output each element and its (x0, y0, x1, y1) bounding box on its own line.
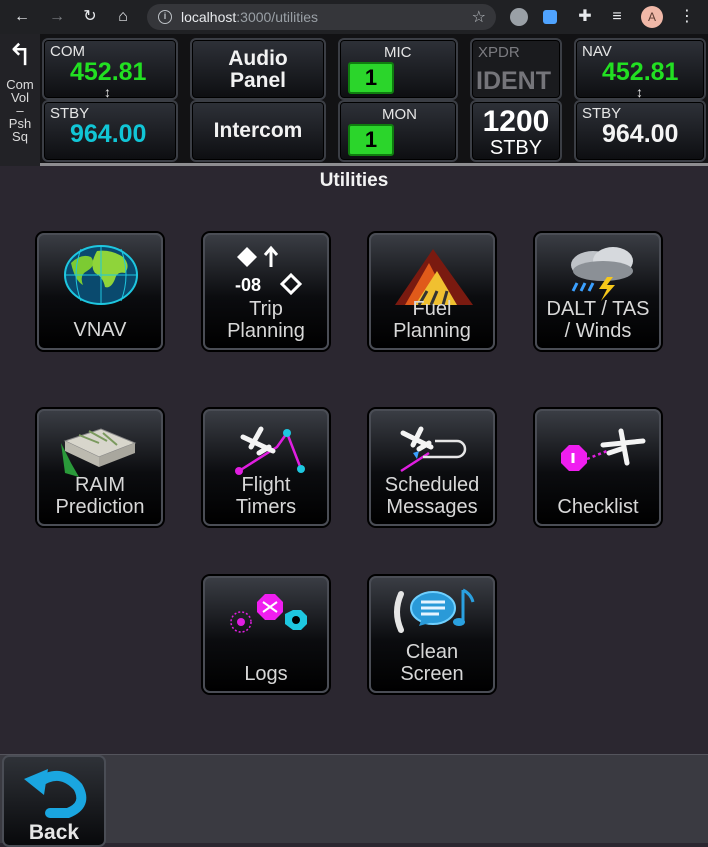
audio-panel-label-1: Audio (228, 47, 288, 70)
tile-dalt-tas-winds[interactable]: DALT / TAS / Winds (535, 233, 661, 350)
comvol-line5: Sq (12, 129, 28, 144)
tile-scheduled-messages[interactable]: Scheduled Messages (369, 409, 495, 526)
back-arrow-icon[interactable]: ← (12, 7, 32, 27)
globe-icon (64, 245, 138, 305)
browser-toolbar: ← → ↻ ⌂ i localhost:3000/utilities ☆ ✚ ≡… (0, 0, 708, 34)
tile-flight-timers[interactable]: Flight Timers (203, 409, 329, 526)
storm-cloud-icon (571, 247, 633, 301)
com-volume-knob-label[interactable]: ↰ Com Vol – Psh Sq (0, 34, 40, 166)
tile-messages-label-1: Scheduled (384, 474, 480, 496)
home-icon[interactable]: ⌂ (113, 7, 133, 27)
tile-fuel-label-2: Planning (393, 320, 471, 342)
nav-standby-frequency: 964.00 (602, 120, 679, 148)
audio-panel-button[interactable]: Audio Panel (190, 38, 326, 100)
tile-vnav-label: VNAV (73, 319, 127, 341)
mon-label: MON (382, 106, 417, 123)
mic-label: MIC (384, 44, 412, 61)
tile-trip-label-2: Planning (227, 320, 305, 342)
xpdr-code-button[interactable]: 1200 STBY (470, 100, 562, 162)
flight-timers-icon (235, 426, 305, 475)
intercom-label: Intercom (213, 119, 303, 142)
tile-timers-label-2: Timers (235, 496, 297, 518)
nav-active-frequency: 452.81 (602, 58, 679, 86)
scheduled-messages-icon (400, 426, 467, 473)
page-title: Utilities (319, 170, 389, 191)
audio-panel-label-2: Panel (229, 69, 287, 92)
tile-raim-label-1: RAIM (75, 474, 125, 496)
tile-logs[interactable]: Logs (203, 576, 329, 693)
nav-active-button[interactable]: NAV 452.81 ↕ (574, 38, 706, 100)
tile-fuel-planning[interactable]: Fuel Planning (369, 233, 495, 350)
tile-clean-label-2: Screen (400, 663, 464, 685)
xpdr-label: XPDR (478, 44, 520, 61)
com-active-frequency: 452.81 (70, 58, 147, 86)
tile-vnav[interactable]: VNAV (37, 233, 163, 350)
trip-planning-icon: -08 (235, 245, 303, 296)
profile-avatar[interactable]: A (641, 6, 663, 28)
xpdr-ident-label: IDENT (476, 67, 551, 95)
tile-checklist-label: Checklist (557, 496, 639, 518)
tile-trip-planning[interactable]: -08 Trip Planning (203, 233, 329, 350)
site-info-icon[interactable]: i (158, 10, 172, 24)
swap-arrows-icon: ↕ (636, 84, 643, 100)
bottom-bar (0, 754, 708, 843)
mic-value: 1 (348, 62, 394, 94)
gem-extension-icon[interactable] (543, 10, 557, 24)
tile-timers-label-1: Flight (241, 474, 291, 496)
checklist-icon (561, 428, 646, 471)
tile-dalt-label-2: / Winds (564, 320, 632, 342)
bookmark-star-icon[interactable]: ☆ (472, 7, 486, 27)
tile-raim-prediction[interactable]: RAIM Prediction (37, 409, 163, 526)
address-bar[interactable]: i localhost:3000/utilities ☆ (147, 4, 496, 30)
menu-kebab-icon[interactable]: ⋮ (679, 6, 695, 28)
forward-arrow-icon[interactable]: → (47, 7, 67, 27)
xpdr-mode: STBY (489, 137, 543, 159)
com-active-button[interactable]: COM 452.81 ↕ (42, 38, 178, 100)
back-label: Back (28, 821, 80, 844)
swap-arrows-icon: ↕ (104, 84, 111, 100)
mic-button[interactable]: MIC 1 (338, 38, 458, 100)
tile-checklist[interactable]: Checklist (535, 409, 661, 526)
clean-screen-icon (394, 588, 475, 633)
extension-icon[interactable] (510, 8, 528, 26)
intercom-button[interactable]: Intercom (190, 100, 326, 162)
nav-standby-button[interactable]: STBY 964.00 (574, 100, 706, 162)
back-arrow-icon (24, 769, 87, 818)
logs-icon (230, 594, 307, 633)
com-standby-frequency: 964.00 (70, 120, 147, 148)
tile-messages-label-2: Messages (386, 496, 478, 518)
mon-value: 1 (348, 124, 394, 156)
tile-dalt-label-1: DALT / TAS (546, 298, 650, 320)
tile-clean-label-1: Clean (405, 641, 459, 663)
xpdr-ident-button[interactable]: XPDR IDENT (470, 38, 562, 100)
map-icon (61, 428, 137, 477)
gtc-top-bar: ↰ Com Vol – Psh Sq COM 452.81 ↕ STBY 964… (0, 34, 708, 166)
puzzle-icon[interactable]: ✚ (575, 7, 595, 27)
svg-text:-08: -08 (235, 275, 261, 295)
url-text: localhost:3000/utilities (181, 9, 318, 25)
mon-button[interactable]: MON 1 (338, 100, 458, 162)
tile-fuel-label-1: Fuel (412, 298, 452, 320)
tile-raim-label-2: Prediction (55, 496, 145, 518)
reload-icon[interactable]: ↻ (80, 7, 100, 27)
back-button[interactable]: Back (2, 755, 106, 847)
xpdr-code: 1200 (482, 105, 550, 138)
tile-logs-label: Logs (244, 663, 288, 685)
com-standby-button[interactable]: STBY 964.00 (42, 100, 178, 162)
media-control-icon[interactable]: ≡ (607, 7, 627, 27)
tile-clean-screen[interactable]: Clean Screen (369, 576, 495, 693)
tile-trip-label-1: Trip (249, 298, 283, 320)
return-arrow-icon: ↰ (7, 39, 33, 72)
